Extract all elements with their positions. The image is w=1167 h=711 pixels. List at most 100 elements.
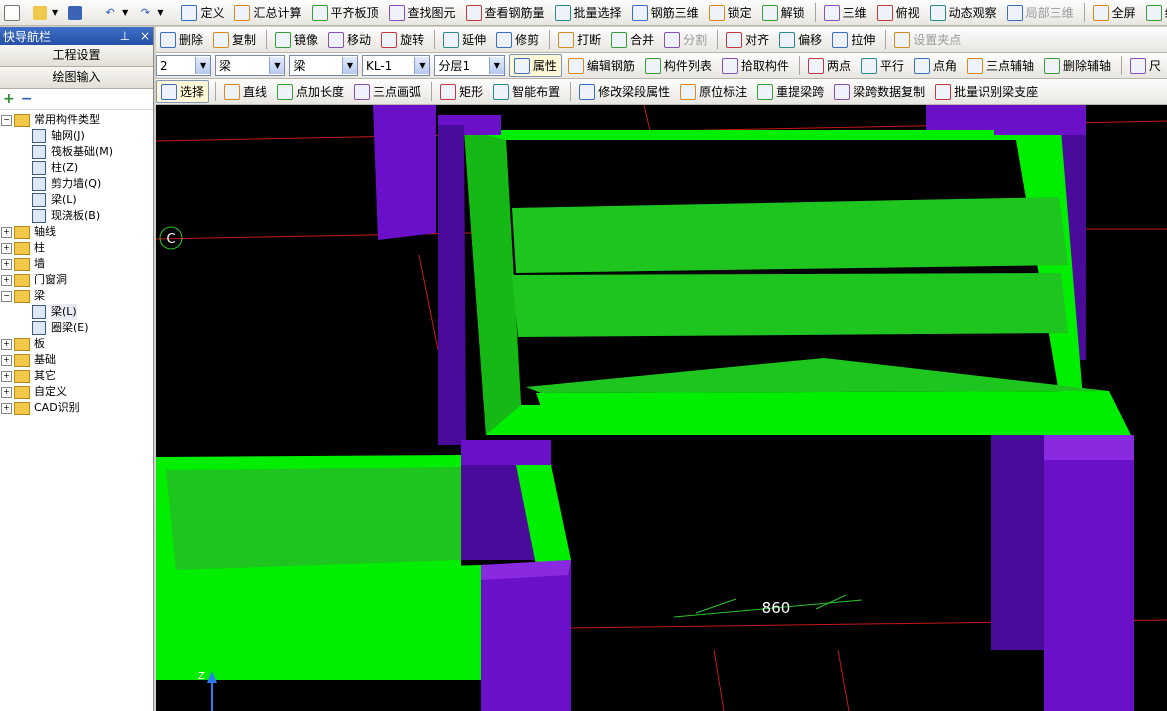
support-button[interactable]: 批量识别梁支座: [931, 81, 1042, 102]
orbit-button[interactable]: 动态观察: [926, 2, 1001, 23]
pick-button[interactable]: 拾取构件: [718, 55, 793, 76]
tree-item[interactable]: + CAD识别: [0, 400, 153, 416]
trim-icon: [496, 31, 513, 48]
close-icon[interactable]: ×: [140, 29, 150, 43]
tree-item[interactable]: − 常用构件类型: [0, 112, 153, 128]
split-button[interactable]: 分割: [660, 29, 711, 50]
expand-icon[interactable]: +: [1, 402, 12, 414]
tree-item[interactable]: 梁(L): [0, 192, 153, 208]
zoom-button[interactable]: 缩放: [1142, 2, 1167, 23]
arc-button[interactable]: 三点画弧: [350, 81, 425, 102]
copy-button[interactable]: 复制: [209, 29, 260, 50]
lock-button[interactable]: 锁定: [705, 2, 756, 23]
rectangle-button[interactable]: 矩形: [436, 81, 487, 102]
collapse-icon[interactable]: −: [1, 114, 12, 126]
tree-item[interactable]: 圈梁(E): [0, 320, 153, 336]
tree-item[interactable]: 轴网(J): [0, 128, 153, 144]
top-view-button[interactable]: 俯视: [873, 2, 924, 23]
rebar-view-button[interactable]: 查看钢筋量: [462, 2, 549, 23]
beam-prop-button[interactable]: 修改梁段属性: [575, 81, 674, 102]
align-slab-button[interactable]: 平齐板顶: [308, 2, 383, 23]
expand-icon[interactable]: +: [1, 242, 12, 254]
tree-item[interactable]: 剪力墙(Q): [0, 176, 153, 192]
span-copy-button[interactable]: 梁跨数据复制: [830, 81, 929, 102]
expand-icon[interactable]: +: [1, 354, 12, 366]
trim-button[interactable]: 修剪: [492, 29, 543, 50]
tree-item[interactable]: + 板: [0, 336, 153, 352]
3d-viewport[interactable]: C 860 Z: [156, 105, 1167, 711]
find-button[interactable]: 查找图元: [385, 2, 460, 23]
pin-icon[interactable]: ⊥: [120, 29, 130, 43]
merge-button[interactable]: 合并: [607, 29, 658, 50]
floor-select[interactable]: 2 ▼: [156, 55, 212, 76]
layer-select[interactable]: 分层1 ▼: [434, 55, 505, 76]
new-file-button[interactable]: [0, 2, 27, 23]
point-angle-button[interactable]: 点角: [910, 55, 961, 76]
beam-prop-icon: [579, 83, 596, 100]
list-button[interactable]: 构件列表: [641, 55, 716, 76]
align-button[interactable]: 对齐: [722, 29, 773, 50]
expand-icon[interactable]: +: [1, 338, 12, 350]
tree-item[interactable]: 柱(Z): [0, 160, 153, 176]
rebar-3d-button[interactable]: 钢筋三维: [628, 2, 703, 23]
tree-item[interactable]: + 自定义: [0, 384, 153, 400]
tree-item[interactable]: + 其它: [0, 368, 153, 384]
drawing-input-button[interactable]: 绘图输入: [0, 67, 153, 89]
define-button[interactable]: 定义: [177, 2, 228, 23]
local-3d-button[interactable]: 局部三维: [1003, 2, 1078, 23]
stretch-button[interactable]: 拉伸: [828, 29, 879, 50]
undo-button[interactable]: ↶ ▼: [99, 2, 132, 23]
tree-item[interactable]: + 基础: [0, 352, 153, 368]
fullscreen-button[interactable]: 全屏: [1089, 2, 1140, 23]
delete-button[interactable]: 删除: [156, 29, 207, 50]
tree-item[interactable]: + 轴线: [0, 224, 153, 240]
two-point-button[interactable]: 两点: [804, 55, 855, 76]
rotate-button[interactable]: 旋转: [377, 29, 428, 50]
beam-span-button[interactable]: 重提梁跨: [753, 81, 828, 102]
grip-button[interactable]: 设置夹点: [890, 29, 965, 50]
component-select[interactable]: KL-1 ▼: [361, 55, 431, 76]
save-button[interactable]: [64, 2, 89, 23]
in-place-label-button[interactable]: 原位标注: [676, 81, 751, 102]
select-arrow-button[interactable]: 选择: [156, 80, 210, 103]
collapse-icon[interactable]: −: [1, 290, 12, 302]
open-file-button[interactable]: ▼: [29, 2, 62, 23]
tree-item[interactable]: + 墙: [0, 256, 153, 272]
three-point-axis-button[interactable]: 三点辅轴: [963, 55, 1038, 76]
tree-item[interactable]: + 柱: [0, 240, 153, 256]
break-button[interactable]: 打断: [554, 29, 605, 50]
move-button[interactable]: 移动: [324, 29, 375, 50]
type2-select[interactable]: 梁 ▼: [289, 55, 358, 76]
expand-icon[interactable]: +: [1, 386, 12, 398]
tree-item[interactable]: 梁(L): [0, 304, 153, 320]
expand-icon[interactable]: +: [1, 370, 12, 382]
parallel-button[interactable]: 平行: [857, 55, 908, 76]
unlock-button[interactable]: 解锁: [758, 2, 809, 23]
tree-item[interactable]: 筏板基础(M): [0, 144, 153, 160]
cube-button[interactable]: 三维: [820, 2, 871, 23]
find-icon: [388, 4, 405, 21]
point-length-button[interactable]: 点加长度: [273, 81, 348, 102]
remove-icon[interactable]: −: [21, 91, 33, 107]
line-button[interactable]: 直线: [220, 81, 271, 102]
edit-rebar-button[interactable]: 编辑钢筋: [564, 55, 639, 76]
tree-item[interactable]: 现浇板(B): [0, 208, 153, 224]
redo-button[interactable]: ↷ ▼: [134, 2, 167, 23]
property-button[interactable]: 属性: [508, 54, 562, 77]
extend-button[interactable]: 延伸: [439, 29, 490, 50]
offset-button[interactable]: 偏移: [775, 29, 826, 50]
smart-layout-button[interactable]: 智能布置: [489, 81, 564, 102]
ruler-button[interactable]: 尺: [1126, 55, 1165, 76]
sigma-button[interactable]: 汇总计算: [230, 2, 305, 23]
add-icon[interactable]: +: [3, 91, 15, 107]
batch-select-button[interactable]: 批量选择: [551, 2, 626, 23]
tree-item[interactable]: − 梁: [0, 288, 153, 304]
type1-select[interactable]: 梁 ▼: [215, 55, 286, 76]
project-settings-button[interactable]: 工程设置: [0, 45, 153, 67]
expand-icon[interactable]: +: [1, 226, 12, 238]
delete-axis-button[interactable]: 删除辅轴: [1040, 55, 1115, 76]
expand-icon[interactable]: +: [1, 274, 12, 286]
mirror-button[interactable]: 镜像: [271, 29, 322, 50]
expand-icon[interactable]: +: [1, 258, 12, 270]
tree-item[interactable]: + 门窗洞: [0, 272, 153, 288]
